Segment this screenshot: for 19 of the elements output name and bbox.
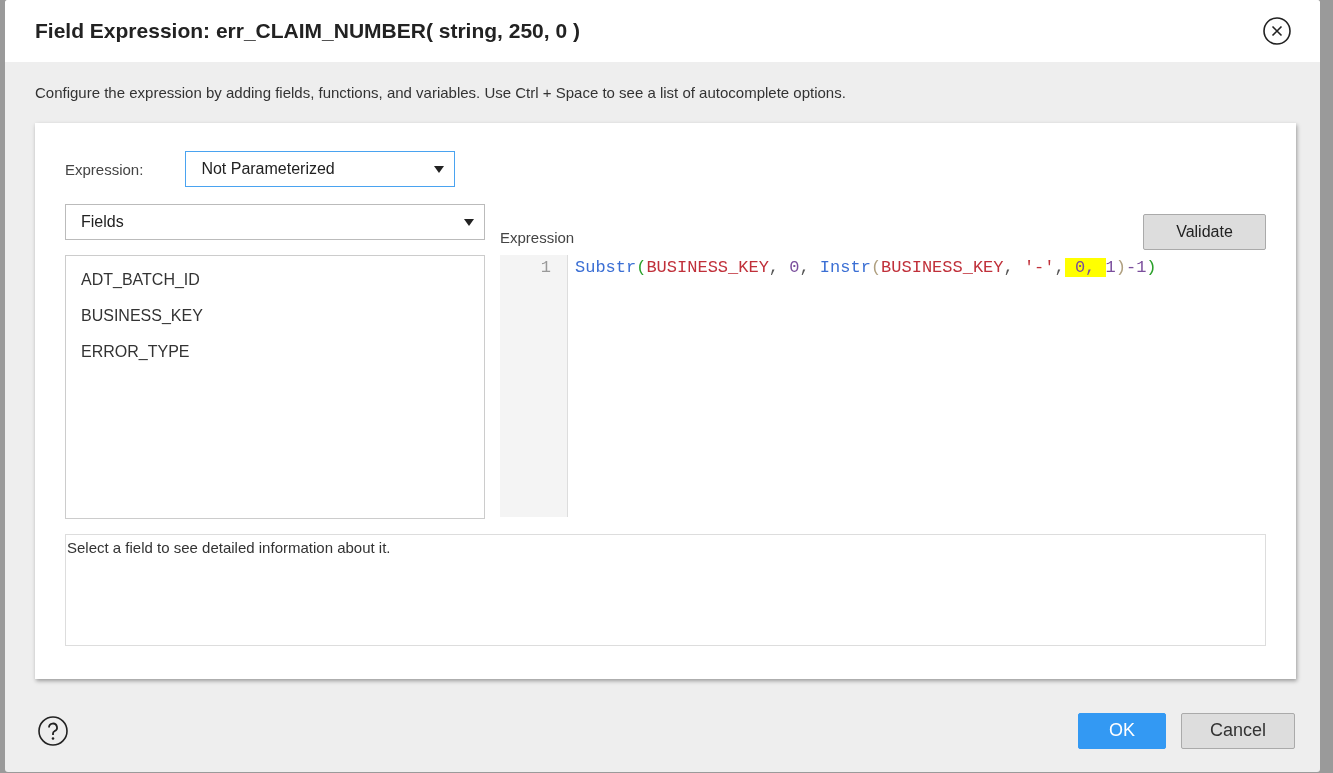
line-number: 1 — [539, 258, 551, 277]
close-button[interactable] — [1262, 16, 1292, 46]
field-item[interactable]: BUSINESS_KEY — [66, 298, 484, 334]
dialog-title: Field Expression: err_CLAIM_NUMBER( string, 250, 0 ) — [35, 19, 580, 43]
caret-icon — [434, 165, 445, 173]
expression-label: Expression: — [65, 160, 144, 178]
parameter-dropdown[interactable]: Not Parameterized — [185, 151, 456, 187]
code-line: Substr(BUSINESS_KEY, 0, Instr(BUSINESS_KEY, '-', 0, 1)-1) — [575, 258, 1158, 277]
help-icon[interactable] — [37, 714, 69, 747]
info-text: Select a field to see detailed information about it. — [65, 534, 1266, 646]
cancel-button[interactable]: Cancel — [1181, 712, 1295, 749]
source-dropdown[interactable]: Fields — [65, 204, 485, 240]
field-item[interactable]: ADT_BATCH_ID — [66, 262, 484, 298]
editor-label: Expression — [500, 229, 575, 248]
caret-icon — [464, 218, 474, 226]
code-editor[interactable]: 1 Substr(BUSINESS_KEY, 0, Instr(BUSINESS_KEY, '-', 0, 1)-1) — [500, 255, 1266, 517]
field-item[interactable]: ERROR_TYPE — [66, 334, 484, 370]
dialog-description: Configure the expression by adding fields, functions, and variables. Use Ctrl + Space to see a list of autocomplete options. — [34, 83, 847, 101]
validate-button[interactable]: Validate — [1143, 214, 1266, 250]
